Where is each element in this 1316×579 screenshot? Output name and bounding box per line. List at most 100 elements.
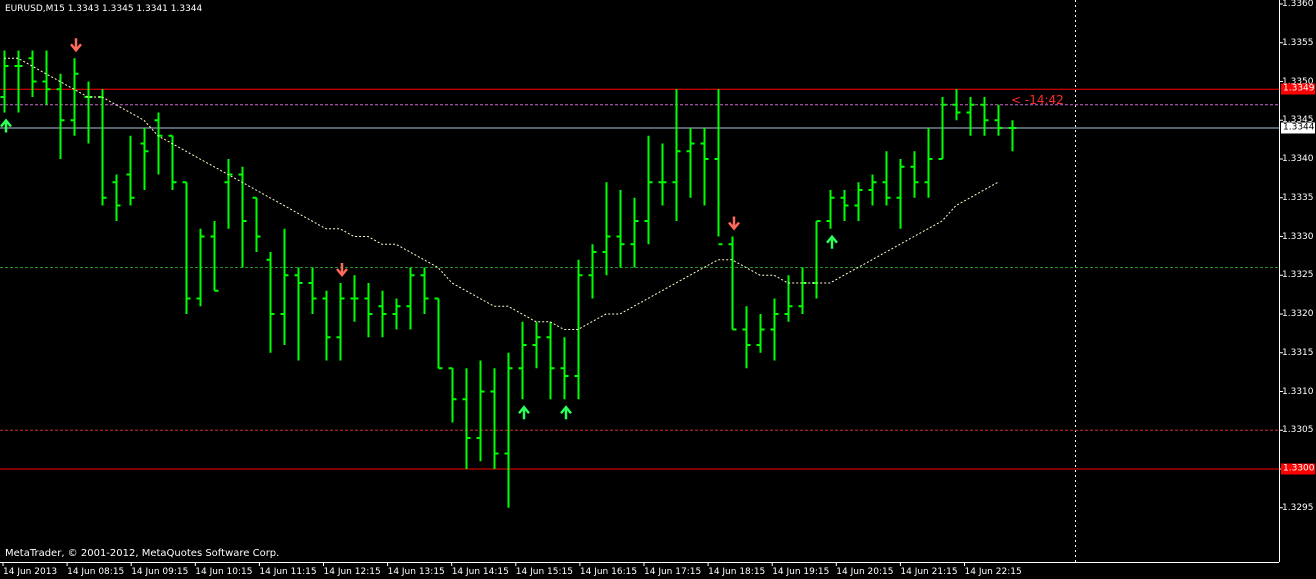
buy-arrow-icon (560, 405, 572, 420)
ohlc-bar (602, 182, 611, 276)
ohlc-bar (798, 267, 807, 314)
ohlc-bar (490, 368, 499, 469)
price-tick-label: 1.3295 (1282, 502, 1314, 513)
sell-arrow-icon (728, 216, 740, 231)
time-tick-label: 14 Jun 12:15 (323, 567, 381, 577)
bar-countdown: < -14:42 (1011, 93, 1064, 107)
ohlc-bar (728, 236, 737, 331)
time-tick-label: 14 Jun 16:15 (579, 567, 638, 577)
price-tick-label: 1.3310 (1282, 386, 1314, 397)
ohlc-bar (28, 50, 37, 97)
ohlc-bar (980, 97, 989, 136)
ohlc-bar (308, 267, 317, 314)
ohlc-bar (294, 267, 303, 361)
lower-level-tag: 1.3300 (1281, 463, 1315, 475)
ohlc-bar (1008, 120, 1017, 152)
price-tick-label: 1.3325 (1282, 270, 1314, 281)
ohlc-bar (126, 135, 135, 206)
ohlc-bar (420, 267, 429, 314)
price-tick-label: 1.3360 (1282, 0, 1314, 9)
price-tick-label: 1.3315 (1282, 347, 1314, 358)
time-tick-label: 14 Jun 14:15 (451, 567, 509, 577)
buy-arrow-icon (826, 234, 838, 249)
ohlc-bar (448, 367, 457, 423)
ohlc-bar (840, 190, 849, 221)
ohlc-bar (896, 159, 905, 229)
ohlc-bar (994, 104, 1003, 136)
time-tick-label: 14 Jun 13:15 (387, 567, 445, 577)
time-tick-label: 14 Jun 21:15 (900, 567, 958, 577)
ohlc-bar (770, 298, 779, 361)
time-tick-label: 14 Jun 09:15 (131, 567, 189, 577)
ohlc-bar (84, 81, 93, 144)
price-tick-label: 1.3320 (1282, 309, 1314, 319)
price-tick-label: 1.3340 (1282, 154, 1314, 164)
ohlc-bar (406, 267, 415, 330)
ohlc-bar (56, 73, 65, 159)
price-chart-canvas[interactable] (0, 0, 1316, 579)
sell-arrow-icon (70, 38, 82, 53)
price-tick-label: 1.3330 (1282, 231, 1314, 242)
ohlc-bar (392, 298, 401, 330)
ohlc-bar (910, 151, 919, 198)
buy-arrow-icon (518, 405, 530, 420)
ohlc-bar (672, 89, 681, 221)
sell-arrow-icon (336, 263, 348, 277)
ohlc-bar (462, 368, 471, 469)
ohlc-bar (238, 166, 247, 268)
ohlc-bar (140, 128, 149, 190)
ohlc-bar (714, 89, 723, 246)
time-tick-label: 14 Jun 10:15 (195, 567, 253, 577)
ohlc-bar (0, 50, 9, 113)
ohlc-bar (350, 275, 359, 322)
ohlc-bar (952, 89, 961, 121)
upper-level-tag: 1.3349 (1281, 83, 1315, 95)
ohlc-bar (826, 190, 835, 229)
time-tick-label: 14 Jun 2013 (3, 567, 58, 577)
ohlc-bar (518, 321, 527, 400)
ohlc-bar (700, 128, 709, 206)
ohlc-bar (112, 174, 121, 221)
ohlc-bar (812, 220, 821, 299)
price-tick-label: 1.3355 (1282, 37, 1314, 48)
ohlc-bar (364, 283, 373, 338)
ohlc-bar (532, 321, 541, 369)
ohlc-bar (588, 244, 597, 299)
ohlc-bar (322, 290, 331, 361)
ohlc-bar (42, 50, 51, 105)
ohlc-bar (966, 97, 975, 136)
time-tick-label: 14 Jun 17:15 (644, 567, 702, 577)
ohlc-bar (868, 174, 877, 206)
ohlc-bar (434, 297, 443, 370)
time-tick-label: 14 Jun 20:15 (836, 567, 894, 577)
price-tick-label: 1.3335 (1282, 192, 1314, 203)
ohlc-bar (854, 182, 863, 221)
trading-chart[interactable]: EURUSD,M15 1.3343 1.3345 1.3341 1.3344 <… (0, 0, 1316, 579)
time-tick-label: 14 Jun 19:15 (772, 567, 830, 577)
moving-average-line (4, 57, 999, 330)
ohlc-bar (574, 259, 583, 400)
copyright-text: MetaTrader, © 2001-2012, MetaQuotes Soft… (5, 548, 280, 559)
ohlc-bar (756, 314, 765, 353)
ohlc-bar (336, 283, 345, 361)
ohlc-bar (378, 290, 387, 338)
ohlc-bar (924, 128, 933, 198)
ohlc-bar (224, 159, 233, 229)
ohlc-bar (560, 337, 569, 400)
time-tick-label: 14 Jun 11:15 (259, 567, 317, 577)
ohlc-bar (742, 306, 751, 369)
buy-arrow-icon (0, 118, 12, 133)
ohlc-bar (252, 196, 261, 252)
ohlc-bar (658, 143, 667, 206)
ohlc-bar (630, 197, 639, 268)
ohlc-bar (98, 89, 107, 206)
ohlc-bar (476, 360, 485, 462)
time-tick-label: 14 Jun 22:15 (964, 567, 1022, 577)
ohlc-bar (686, 128, 695, 198)
ohlc-bar (882, 151, 891, 206)
ohlc-bar (154, 112, 163, 175)
ohlc-bar (644, 135, 653, 245)
ohlc-bar (182, 181, 191, 314)
ohlc-bar (210, 221, 219, 292)
current-bid-tag: 1.3344 (1281, 122, 1315, 134)
